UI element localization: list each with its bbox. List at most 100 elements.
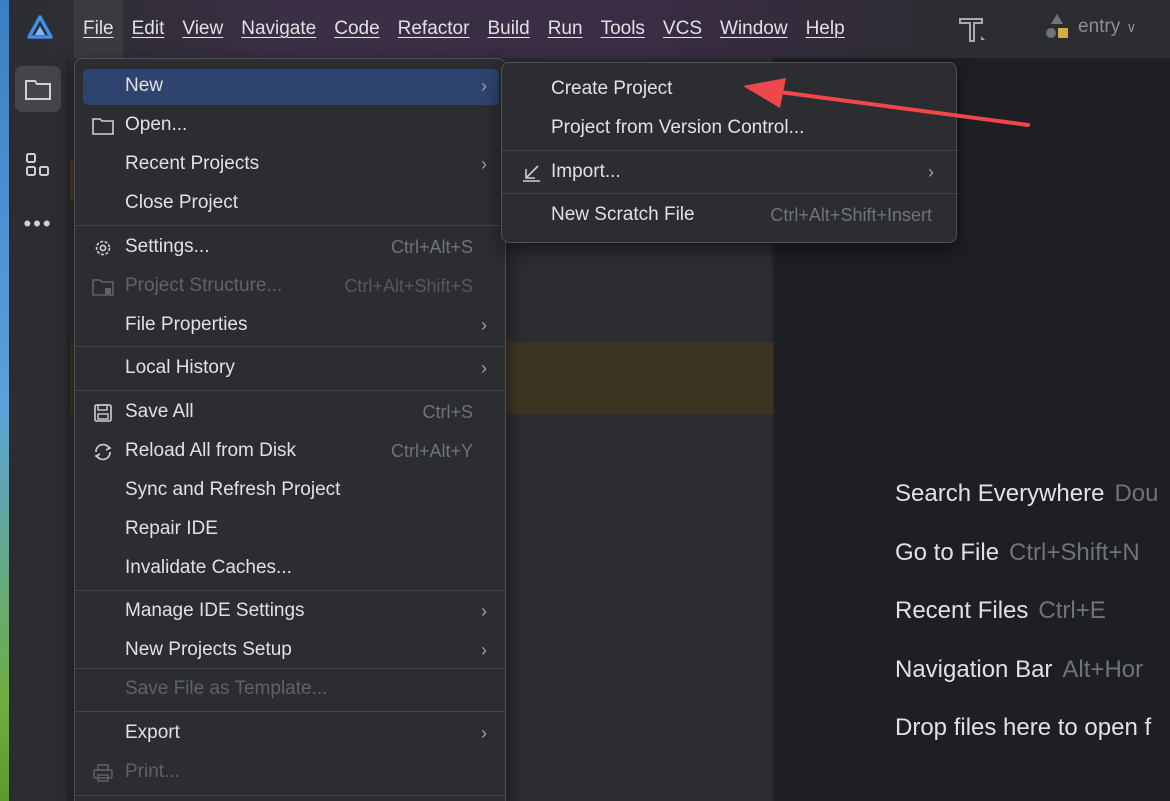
shortcut-hint: Ctrl+Alt+S <box>390 237 473 257</box>
menu-help[interactable]: Help <box>797 0 854 58</box>
editor-hint-navigation-bar: Navigation Bar Alt+Hor <box>895 656 1158 715</box>
chevron-right-icon: › <box>928 162 934 182</box>
structure-tool-button[interactable] <box>15 142 61 188</box>
menu-edit[interactable]: Edit <box>123 0 174 58</box>
menu-tools[interactable]: Tools <box>592 0 654 58</box>
shortcut-hint: Ctrl+Alt+Shift+S <box>344 276 473 296</box>
deveco-logo-icon <box>27 15 53 39</box>
chevron-right-icon: › <box>481 723 487 743</box>
chevron-right-icon: › <box>481 640 487 660</box>
file-menu-item-recent-projects[interactable]: Recent Projects › <box>83 147 499 183</box>
new-submenu-item-new-scratch-file[interactable]: New Scratch File Ctrl+Alt+Shift+Insert <box>510 198 948 234</box>
annotation-arrow <box>743 78 1030 127</box>
file-menu-item-label: Local History <box>125 357 235 378</box>
file-menu-item-export[interactable]: Export › <box>83 716 499 752</box>
project-structure-icon <box>91 277 115 297</box>
menu-code[interactable]: Code <box>325 0 388 58</box>
hint-shortcut: Alt+Hor <box>1062 655 1144 683</box>
chevron-right-icon: › <box>481 76 487 96</box>
file-menu-item-label: Invalidate Caches... <box>125 557 292 578</box>
gear-icon <box>91 238 115 258</box>
hint-label: Drop files here to open f <box>895 714 1152 741</box>
folder-icon <box>25 80 51 100</box>
file-menu-popup: New › Open... Recent Projects › Close Project… <box>74 58 506 801</box>
desktop-background-strip <box>0 0 9 801</box>
file-menu-item-label: Project Structure... <box>125 275 283 296</box>
file-menu-item-settings[interactable]: Settings... Ctrl+Alt+S <box>83 230 499 266</box>
new-submenu-item-label: Create Project <box>551 78 673 99</box>
chevron-right-icon: › <box>481 154 487 174</box>
build-hammer-icon[interactable] <box>955 12 989 46</box>
file-menu-item-open[interactable]: Open... <box>83 108 499 144</box>
menu-separator <box>75 346 505 347</box>
title-bar: File Edit View Navigate Code Refactor Build Run… <box>9 0 1170 58</box>
file-menu-item-label: Sync and Refresh Project <box>125 479 341 500</box>
shortcut-hint: Ctrl+S <box>422 402 473 422</box>
menu-separator <box>502 193 958 194</box>
hint-label: Search Everywhere <box>895 480 1105 507</box>
file-menu-item-save-all[interactable]: Save All Ctrl+S <box>83 395 499 431</box>
more-dots-icon: ••• <box>23 211 53 236</box>
menu-separator <box>75 590 505 591</box>
hint-label: Go to File <box>895 538 1000 566</box>
menu-file[interactable]: File <box>74 0 123 58</box>
menu-navigate[interactable]: Navigate <box>232 0 325 58</box>
chevron-right-icon: › <box>481 601 487 621</box>
menu-refactor[interactable]: Refactor <box>389 0 479 58</box>
file-menu-item-new-projects-setup[interactable]: New Projects Setup › <box>83 633 499 669</box>
file-menu-item-save-file-as-template: Save File as Template... <box>83 672 499 708</box>
menu-separator <box>75 795 505 796</box>
left-tool-strip: ••• <box>9 58 69 801</box>
project-tool-button[interactable] <box>15 66 61 112</box>
hint-shortcut: Ctrl+Shift+N <box>1009 538 1140 566</box>
run-config-selector[interactable]: entry ∨ <box>1042 12 1137 42</box>
menu-build[interactable]: Build <box>478 0 538 58</box>
menu-separator <box>75 390 505 391</box>
file-menu-item-label: Open... <box>125 114 188 135</box>
file-menu-item-file-properties[interactable]: File Properties › <box>83 308 499 344</box>
run-config-label: entry <box>1078 16 1121 37</box>
menu-view[interactable]: View <box>173 0 232 58</box>
chevron-down-icon: ∨ <box>1126 18 1137 35</box>
print-icon <box>91 763 115 783</box>
file-menu-item-label: Recent Projects <box>125 153 260 174</box>
file-menu-item-manage-ide-settings[interactable]: Manage IDE Settings › <box>83 594 499 630</box>
file-menu-item-repair-ide[interactable]: Repair IDE <box>83 512 499 548</box>
file-menu-item-project-structure: Project Structure... Ctrl+Alt+Shift+S <box>83 269 499 305</box>
file-menu-item-label: Export <box>125 722 180 743</box>
file-menu-item-label: Reload All from Disk <box>125 440 297 461</box>
menu-separator <box>75 711 505 712</box>
file-menu-item-label: Print... <box>125 761 180 782</box>
file-menu-item-label: Close Project <box>125 192 238 213</box>
file-menu-item-label: Manage IDE Settings <box>125 600 305 621</box>
module-shapes-icon <box>1046 14 1068 38</box>
menu-separator <box>75 668 505 669</box>
editor-hint-recent-files: Recent Files Ctrl+E <box>895 597 1158 656</box>
file-menu-item-sync-and-refresh-project[interactable]: Sync and Refresh Project <box>83 473 499 509</box>
folder-icon <box>91 116 115 136</box>
file-menu-item-label: Save All <box>125 401 194 422</box>
new-submenu-item-import[interactable]: Import... › <box>510 155 948 191</box>
file-menu-item-label: New <box>125 75 164 96</box>
menu-run[interactable]: Run <box>539 0 592 58</box>
menu-window[interactable]: Window <box>711 0 797 58</box>
file-menu-item-label: Settings... <box>125 236 210 257</box>
hint-label: Recent Files <box>895 597 1029 624</box>
file-menu-item-close-project[interactable]: Close Project <box>83 186 499 222</box>
more-tools-button[interactable]: ••• <box>15 201 61 247</box>
menu-vcs[interactable]: VCS <box>654 0 711 58</box>
editor-empty-hints: Search Everywhere Dou Go to File Ctrl+Shift… <box>895 480 1158 773</box>
editor-hint-search-everywhere: Search Everywhere Dou <box>895 480 1158 539</box>
shortcut-hint: Ctrl+Alt+Y <box>390 441 473 461</box>
import-icon <box>520 163 544 183</box>
file-menu-item-new[interactable]: New › <box>83 69 499 105</box>
file-menu-item-label: File Properties <box>125 314 248 335</box>
file-menu-item-reload-all-from-disk[interactable]: Reload All from Disk Ctrl+Alt+Y <box>83 434 499 470</box>
file-menu-item-label: Save File as Template... <box>125 678 328 699</box>
reload-icon <box>91 442 115 462</box>
hint-shortcut: Dou <box>1114 480 1159 507</box>
file-menu-item-local-history[interactable]: Local History › <box>83 351 499 387</box>
save-icon <box>91 403 115 423</box>
chevron-right-icon: › <box>481 358 487 378</box>
file-menu-item-invalidate-caches[interactable]: Invalidate Caches... <box>83 551 499 587</box>
